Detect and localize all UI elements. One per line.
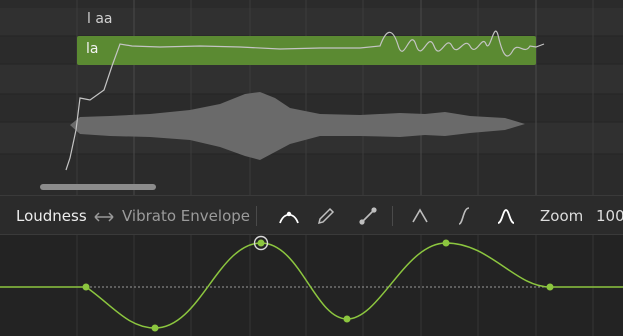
curve-select-tool-icon[interactable] (277, 204, 301, 228)
envelope-point-3[interactable] (257, 239, 265, 247)
line-tool-icon[interactable] (356, 204, 380, 228)
pencil-tool-icon[interactable] (314, 204, 338, 228)
envelope-point-4[interactable] (343, 315, 351, 323)
envelope-editor[interactable] (0, 235, 623, 336)
pitch-curve (65, 30, 545, 171)
envelope-point-1[interactable] (82, 283, 90, 291)
envelope-point-6[interactable] (546, 283, 554, 291)
envelope-point-2[interactable] (151, 324, 159, 332)
horizontal-scrollbar[interactable] (40, 184, 156, 190)
parameter-toolbar: Loudness Vibrato Envelope Zoom 100% (0, 195, 623, 235)
peak-shape-icon[interactable] (408, 204, 432, 228)
toolbar-divider (392, 206, 393, 226)
envelope-curve-canvas[interactable] (0, 235, 623, 336)
envelope-point-5[interactable] (442, 239, 450, 247)
parameter-loudness-tab[interactable]: Loudness (16, 207, 87, 225)
left-right-arrow-icon[interactable] (92, 205, 116, 229)
parameter-vibrato-envelope-tab[interactable]: Vibrato Envelope (122, 207, 250, 225)
envelope-curve (85, 242, 551, 329)
s-curve-shape-icon[interactable] (452, 204, 476, 228)
toolbar-divider (256, 206, 257, 226)
zoom-value[interactable]: 100% (596, 207, 623, 225)
piano-roll[interactable]: l aa la (0, 0, 623, 195)
bell-shape-icon[interactable] (494, 204, 518, 228)
zoom-label: Zoom (540, 207, 584, 225)
